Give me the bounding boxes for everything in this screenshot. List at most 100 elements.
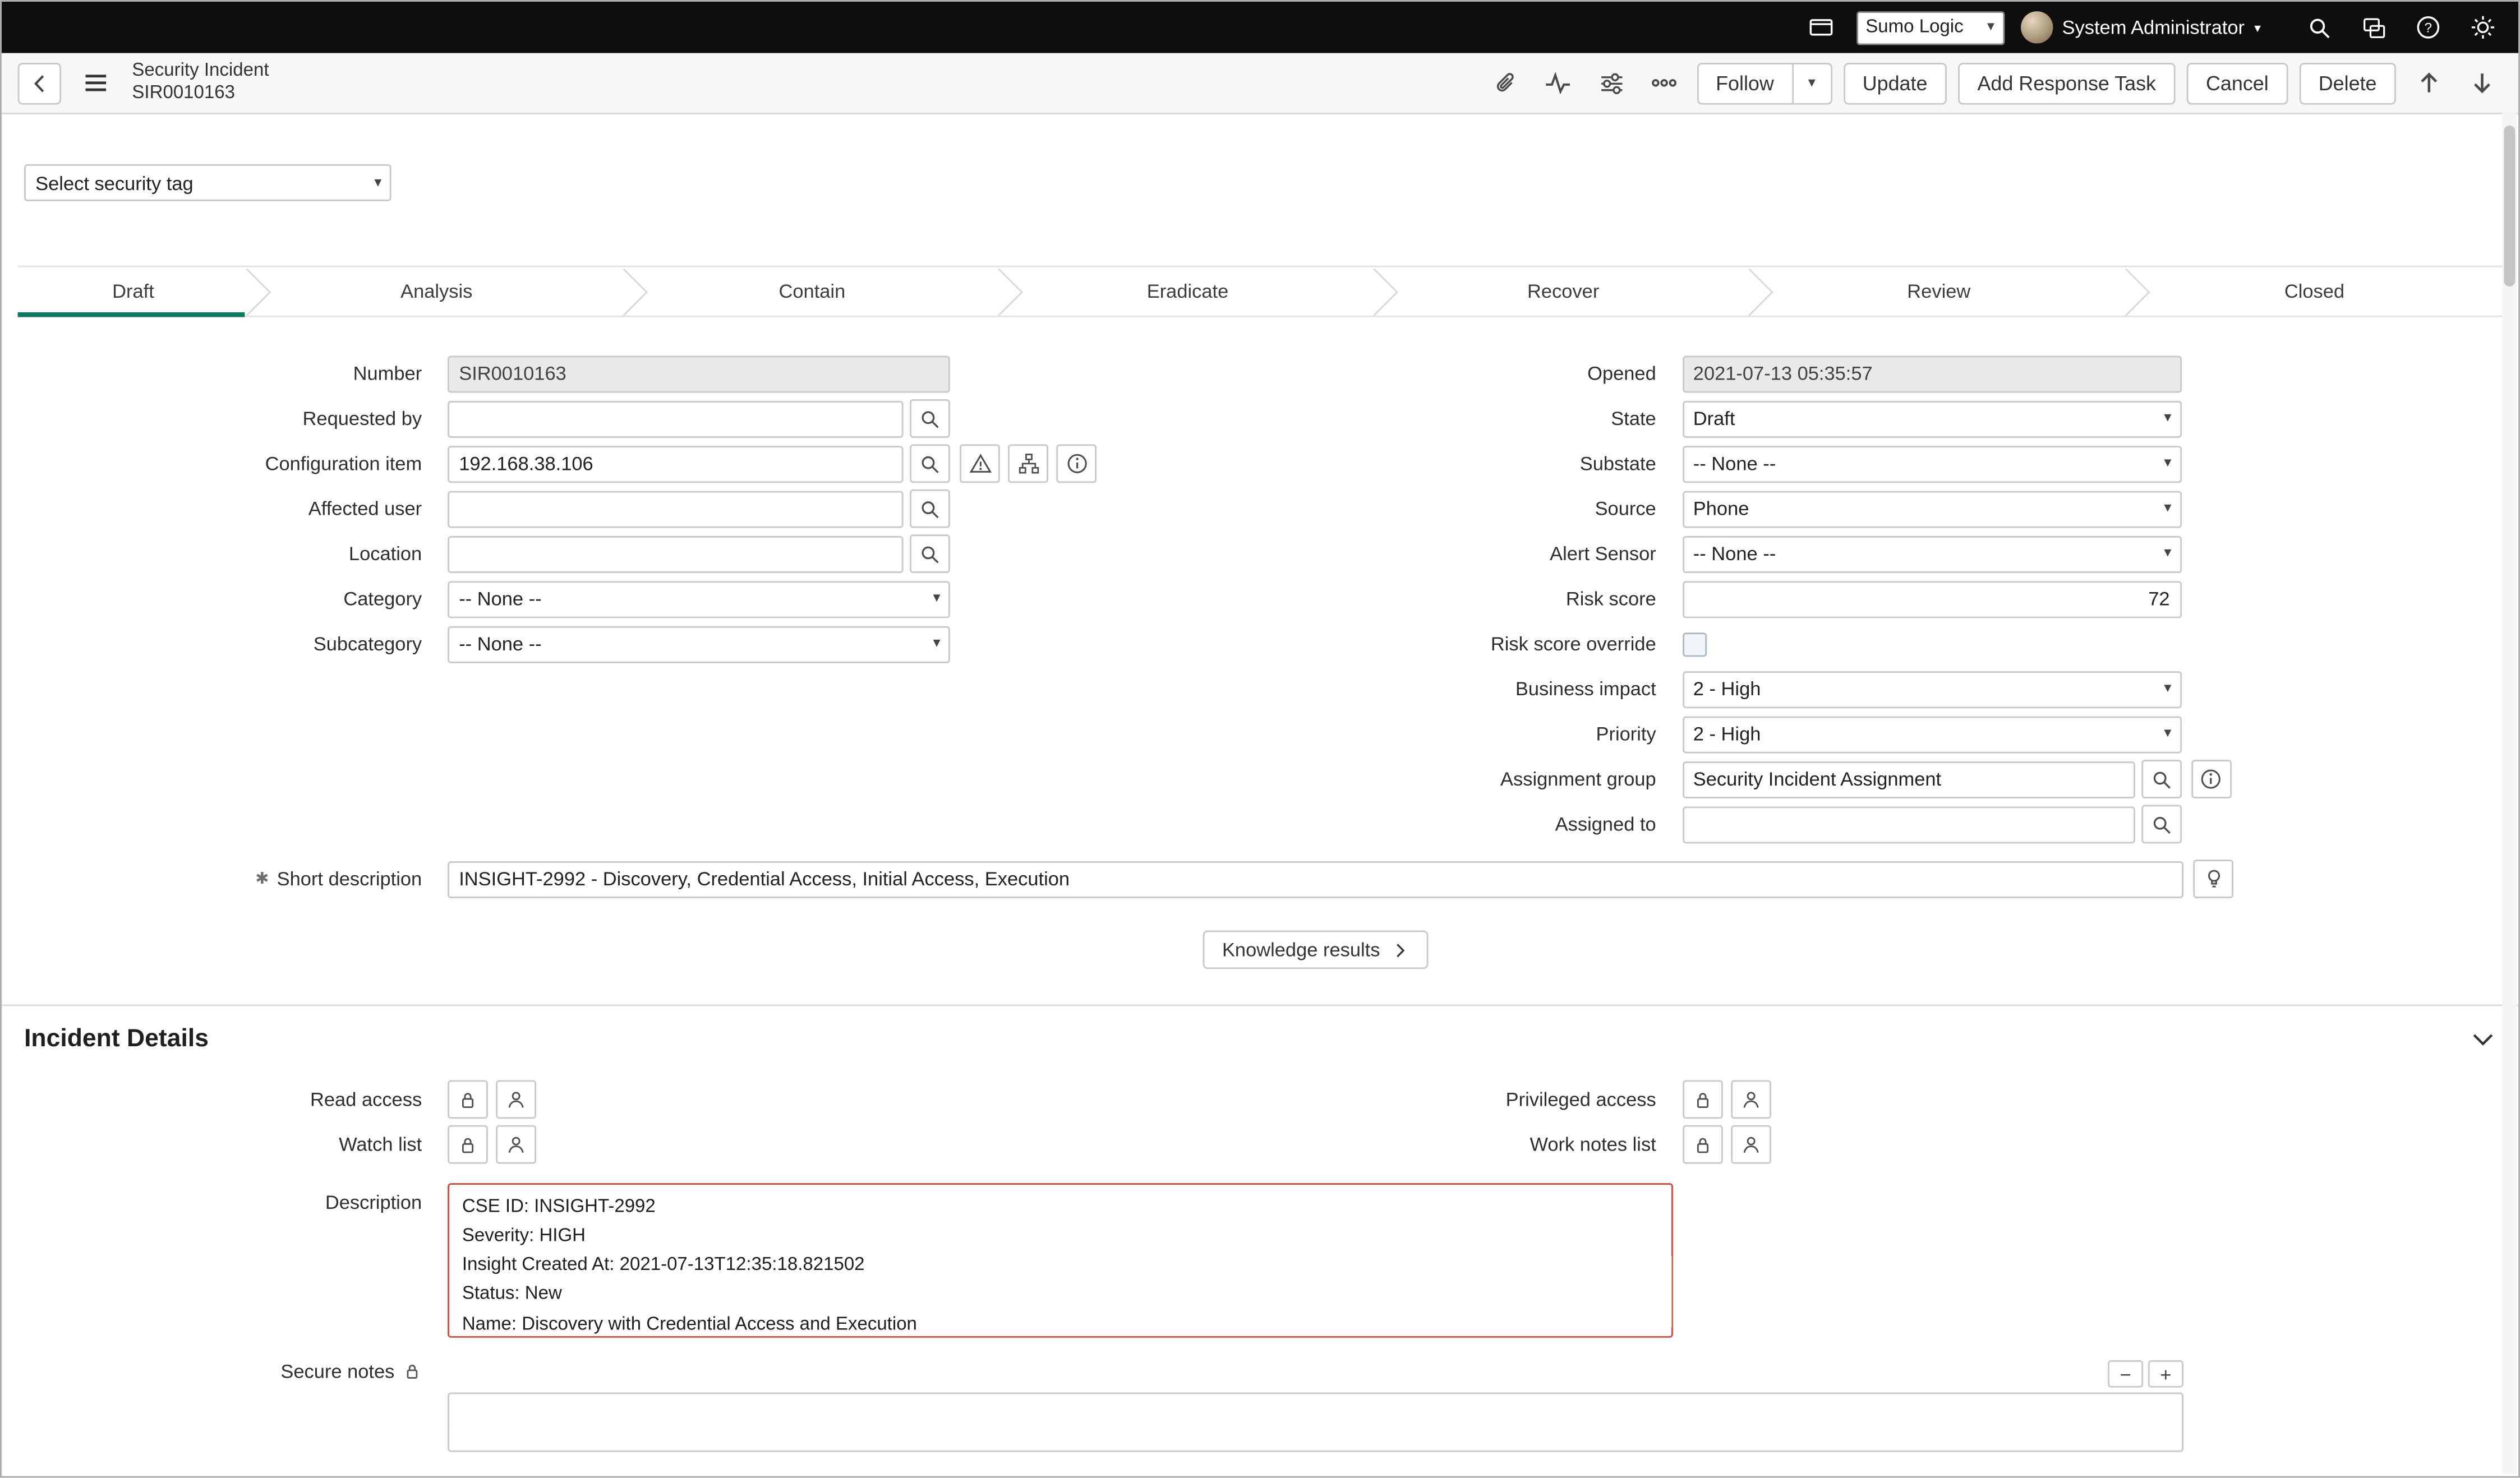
affected-user-input[interactable] bbox=[448, 490, 903, 527]
state-select[interactable]: Draft bbox=[1682, 400, 2181, 437]
assigned-to-lookup-button[interactable] bbox=[2141, 805, 2181, 843]
category-select[interactable]: -- None -- bbox=[448, 580, 950, 617]
alert-sensor-select[interactable]: -- None -- bbox=[1682, 535, 2181, 572]
assignment-group-input[interactable] bbox=[1682, 761, 2135, 798]
stage-review[interactable]: Review bbox=[1751, 267, 2127, 316]
field-number: Number bbox=[18, 351, 1260, 396]
source-select[interactable]: Phone bbox=[1682, 490, 2181, 527]
privileged-access-lock-button[interactable] bbox=[1682, 1080, 1722, 1119]
cancel-button[interactable]: Cancel bbox=[2187, 62, 2288, 104]
business-impact-label: Business impact bbox=[1260, 678, 1682, 700]
opened-label: Opened bbox=[1260, 362, 1682, 385]
field-category: Category -- None --▾ bbox=[18, 576, 1260, 621]
user-avatar bbox=[2020, 11, 2052, 43]
scrollbar-thumb[interactable] bbox=[2504, 126, 2515, 287]
description-textarea[interactable]: CSE ID: INSIGHT-2992 Severity: HIGH Insi… bbox=[448, 1183, 1673, 1338]
ci-info-button[interactable] bbox=[1056, 444, 1097, 483]
attachment-button[interactable] bbox=[1484, 62, 1526, 104]
stage-contain[interactable]: Contain bbox=[624, 267, 1000, 316]
update-button[interactable]: Update bbox=[1843, 62, 1947, 104]
suggestion-button[interactable] bbox=[2193, 860, 2233, 898]
assignment-group-info-button[interactable] bbox=[2191, 760, 2231, 798]
work-notes-list-lock-button[interactable] bbox=[1682, 1125, 1722, 1164]
back-button[interactable] bbox=[18, 62, 62, 104]
affected-user-lookup-button[interactable] bbox=[910, 489, 950, 528]
connect-chat-button[interactable] bbox=[2354, 8, 2393, 47]
assignment-group-lookup-button[interactable] bbox=[2141, 760, 2181, 798]
work-notes-list-edit-list-button[interactable] bbox=[1730, 1125, 1771, 1164]
activity-stream-button[interactable] bbox=[1537, 62, 1579, 104]
substate-select[interactable]: -- None -- bbox=[1682, 445, 2181, 482]
field-risk-score-override: Risk score override bbox=[1260, 621, 2503, 666]
ci-warning-button[interactable] bbox=[960, 444, 1000, 483]
form-fields: Number Requested by Configuration item bbox=[2, 351, 2518, 847]
watch-list-edit-list-button[interactable] bbox=[496, 1125, 536, 1164]
stage-analysis[interactable]: Analysis bbox=[248, 267, 624, 316]
navigate-down-button[interactable] bbox=[2461, 62, 2503, 104]
follow-button[interactable]: Follow bbox=[1697, 62, 1794, 104]
requested-by-lookup-button[interactable] bbox=[910, 399, 950, 438]
form-context-menu-button[interactable] bbox=[74, 62, 116, 104]
secure-notes-shrink-button[interactable]: − bbox=[2108, 1360, 2143, 1388]
delete-button[interactable]: Delete bbox=[2299, 62, 2396, 104]
follow-split-button: Follow ▾ bbox=[1697, 62, 1832, 104]
chevron-right-icon bbox=[1392, 941, 1409, 959]
chevron-down-icon[interactable] bbox=[2470, 1027, 2496, 1053]
risk-score-input[interactable] bbox=[1682, 580, 2181, 617]
app-picker-select[interactable]: Sumo Logic bbox=[1856, 11, 2004, 44]
sliders-icon bbox=[1598, 70, 1624, 96]
configuration-item-lookup-button[interactable] bbox=[910, 444, 950, 483]
stage-eradicate[interactable]: Eradicate bbox=[1000, 267, 1376, 316]
security-incident-page: Sumo Logic ▾ System Administrator ▾ ? bbox=[0, 0, 2520, 1478]
privileged-access-label: Privileged access bbox=[1260, 1088, 1682, 1111]
stage-closed[interactable]: Closed bbox=[2127, 267, 2503, 316]
risk-score-override-checkbox[interactable] bbox=[1682, 632, 1706, 656]
priority-select[interactable]: 2 - High bbox=[1682, 715, 2181, 752]
configuration-item-input[interactable] bbox=[448, 445, 903, 482]
add-response-task-button[interactable]: Add Response Task bbox=[1958, 62, 2175, 104]
user-name: System Administrator bbox=[2062, 16, 2245, 39]
business-impact-select[interactable]: 2 - High bbox=[1682, 671, 2181, 708]
read-access-edit-list-button[interactable] bbox=[496, 1080, 536, 1119]
record-type: Security Incident bbox=[132, 62, 269, 83]
configuration-item-label: Configuration item bbox=[18, 452, 448, 475]
activity-icon bbox=[1544, 69, 1572, 96]
watch-list-lock-button[interactable] bbox=[448, 1125, 488, 1164]
plus-icon: + bbox=[2160, 1364, 2171, 1383]
field-read-access: Read access bbox=[18, 1077, 1260, 1122]
minus-icon: − bbox=[2120, 1364, 2131, 1383]
read-access-lock-button[interactable] bbox=[448, 1080, 488, 1119]
short-description-input[interactable] bbox=[448, 861, 2183, 898]
alert-sensor-label: Alert Sensor bbox=[1260, 543, 1682, 565]
ci-dependency-view-button[interactable] bbox=[1008, 444, 1048, 483]
secure-notes-textarea[interactable] bbox=[448, 1392, 2183, 1452]
global-search-button[interactable] bbox=[2300, 8, 2338, 47]
assigned-to-input[interactable] bbox=[1682, 806, 2135, 843]
more-options-button[interactable] bbox=[1643, 62, 1685, 104]
priority-label: Priority bbox=[1260, 723, 1682, 745]
number-input[interactable] bbox=[448, 355, 950, 392]
requested-by-input[interactable] bbox=[448, 400, 903, 437]
privileged-access-edit-list-button[interactable] bbox=[1730, 1080, 1771, 1119]
incident-details-header[interactable]: Incident Details bbox=[2, 1006, 2518, 1070]
lightbulb-icon bbox=[2202, 867, 2224, 890]
monitor-button[interactable] bbox=[1801, 8, 1840, 47]
security-tag-select[interactable]: Select security tag bbox=[24, 164, 391, 201]
stage-recover[interactable]: Recover bbox=[1375, 267, 1751, 316]
navigate-up-button[interactable] bbox=[2407, 62, 2449, 104]
person-icon bbox=[1740, 1089, 1761, 1110]
personalize-form-button[interactable] bbox=[1590, 62, 1632, 104]
opened-input[interactable] bbox=[1682, 355, 2181, 392]
location-lookup-button[interactable] bbox=[910, 534, 950, 573]
follow-dropdown-button[interactable]: ▾ bbox=[1793, 62, 1832, 104]
subcategory-select[interactable]: -- None -- bbox=[448, 625, 950, 662]
vertical-scrollbar[interactable] bbox=[2502, 113, 2517, 1475]
secure-notes-grow-button[interactable]: + bbox=[2148, 1360, 2183, 1388]
user-menu[interactable]: System Administrator ▾ bbox=[2020, 11, 2261, 43]
stage-draft[interactable]: Draft bbox=[18, 267, 249, 316]
help-button[interactable]: ? bbox=[2409, 8, 2448, 47]
settings-button[interactable] bbox=[2464, 8, 2503, 47]
location-input[interactable] bbox=[448, 535, 903, 572]
knowledge-results-button[interactable]: Knowledge results bbox=[1203, 930, 1428, 969]
risk-score-override-label: Risk score override bbox=[1260, 632, 1682, 655]
